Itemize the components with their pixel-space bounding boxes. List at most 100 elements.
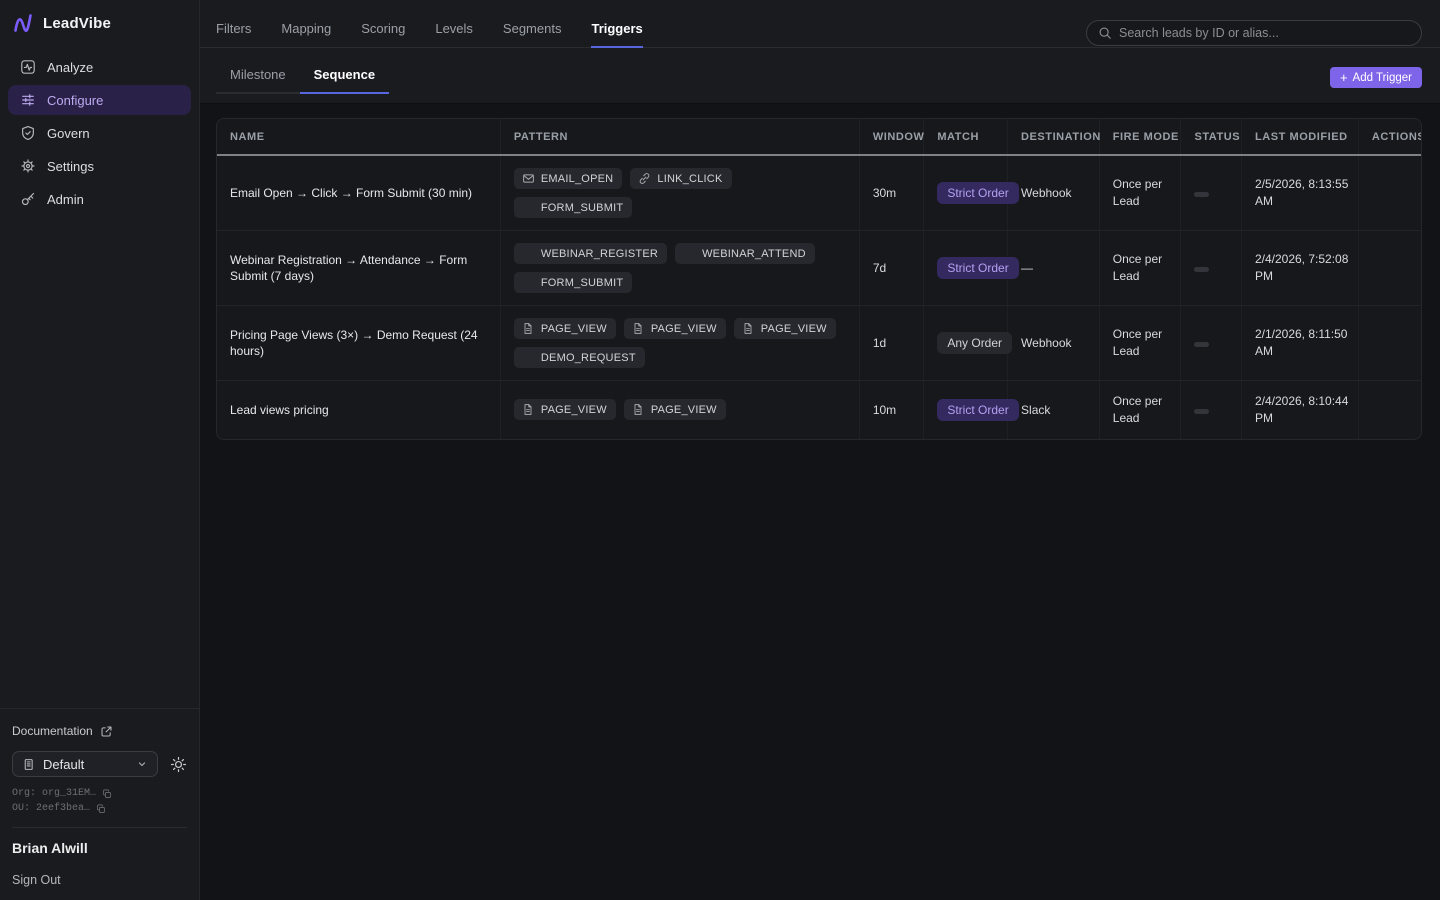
gear-icon	[20, 158, 36, 174]
fire-mode-value: Once perLead	[1113, 326, 1171, 360]
add-trigger-label: Add Trigger	[1353, 72, 1412, 84]
sign-out-link[interactable]: Sign Out	[12, 873, 187, 887]
trigger-name: Lead views pricing	[230, 402, 488, 418]
chevron-down-icon	[136, 758, 148, 770]
pattern-tags: WEBINAR_REGISTER WEBINAR_ATTEND FORM_SUB…	[514, 243, 851, 293]
search-input[interactable]	[1119, 26, 1410, 40]
destination-value: —	[1021, 261, 1033, 275]
last-modified-value: 2/4/2026, 7:52:08PM	[1255, 251, 1359, 285]
window-value: 1d	[873, 336, 886, 350]
topbar: Filters Mapping Scoring Levels Segments Trigg…	[200, 0, 1440, 104]
environment-value: Default	[43, 757, 128, 772]
tab-triggers[interactable]: Triggers	[591, 21, 642, 48]
window-value: 10m	[873, 403, 896, 417]
destination-value: Webhook	[1021, 186, 1071, 200]
pattern-tag: PAGE_VIEW	[624, 399, 726, 420]
window-value: 7d	[873, 261, 886, 275]
empty-icon-slot	[522, 351, 535, 364]
table-row[interactable]: Pricing Page Views (3×) → Demo Request (…	[217, 306, 1421, 381]
pattern-tag: PAGE_VIEW	[624, 318, 726, 339]
table-row[interactable]: Webinar Registration → Attendance → Form…	[217, 231, 1421, 306]
link-icon	[638, 172, 651, 185]
pattern-tag: LINK_CLICK	[630, 168, 731, 189]
status-toggle[interactable]	[1194, 192, 1209, 197]
status-toggle[interactable]	[1194, 342, 1209, 347]
brand: LeadVibe	[0, 0, 199, 48]
theme-sun-icon[interactable]	[170, 756, 187, 773]
pattern-tag: DEMO_REQUEST	[514, 347, 645, 368]
pattern-tag: FORM_SUBMIT	[514, 197, 632, 218]
col-match: MATCH	[924, 119, 1008, 155]
empty-icon-slot	[522, 276, 535, 289]
documentation-link[interactable]: Documentation	[12, 724, 187, 738]
pattern-tag: EMAIL_OPEN	[514, 168, 623, 189]
copy-icon[interactable]	[96, 804, 106, 814]
tab-scoring[interactable]: Scoring	[361, 21, 405, 48]
pattern-tag: PAGE_VIEW	[734, 318, 836, 339]
match-badge: Any Order	[937, 332, 1012, 354]
empty-icon-slot	[683, 247, 696, 260]
sidebar-item-settings[interactable]: Settings	[8, 151, 191, 181]
actions-cell	[1358, 381, 1421, 439]
file-icon	[632, 403, 645, 416]
add-trigger-button[interactable]: + Add Trigger	[1330, 67, 1422, 88]
col-window: WINDOW	[859, 119, 924, 155]
main-area: Filters Mapping Scoring Levels Segments Trigg…	[200, 0, 1440, 900]
status-toggle[interactable]	[1194, 267, 1209, 272]
ou-value: 2eef3bea…	[36, 803, 90, 814]
pattern-tags: PAGE_VIEW PAGE_VIEW	[514, 399, 851, 420]
copy-icon[interactable]	[102, 789, 112, 799]
triggers-table: NAMEPATTERNWINDOWMATCHDESTINATIONFIRE MO…	[217, 119, 1421, 439]
file-icon	[522, 322, 535, 335]
col-last-modified: LAST MODIFIED	[1241, 119, 1358, 155]
sidebar: LeadVibe Analyze Configure Govern Settin…	[0, 0, 200, 900]
waveform-logo-icon	[12, 12, 34, 34]
subtab-sequence[interactable]: Sequence	[300, 67, 389, 94]
email-icon	[522, 172, 535, 185]
pattern-tag: FORM_SUBMIT	[514, 272, 632, 293]
user-name: Brian Alwill	[12, 840, 187, 856]
activity-icon	[20, 59, 36, 75]
sidebar-item-configure[interactable]: Configure	[8, 85, 191, 115]
last-modified-value: 2/5/2026, 8:13:55AM	[1255, 176, 1359, 210]
pattern-tag: WEBINAR_REGISTER	[514, 243, 667, 264]
file-icon	[632, 322, 645, 335]
brand-name: LeadVibe	[43, 15, 111, 32]
search-icon	[1098, 26, 1112, 40]
sidebar-item-label: Admin	[47, 192, 84, 207]
pattern-tags: PAGE_VIEW PAGE_VIEW PAGE_VIEW DEMO_REQUE…	[514, 318, 851, 368]
fire-mode-value: Once perLead	[1113, 176, 1171, 210]
environment-select[interactable]: Default	[12, 751, 158, 777]
sidebar-item-govern[interactable]: Govern	[8, 118, 191, 148]
status-toggle[interactable]	[1194, 409, 1209, 414]
actions-cell	[1358, 231, 1421, 306]
sidebar-item-admin[interactable]: Admin	[8, 184, 191, 214]
pattern-tag: PAGE_VIEW	[514, 318, 616, 339]
tab-levels[interactable]: Levels	[435, 21, 473, 48]
sidebar-nav: Analyze Configure Govern Settings Admin	[0, 48, 199, 218]
tab-mapping[interactable]: Mapping	[281, 21, 331, 48]
file-icon	[742, 322, 755, 335]
tab-segments[interactable]: Segments	[503, 21, 562, 48]
sidebar-item-analyze[interactable]: Analyze	[8, 52, 191, 82]
table-row[interactable]: Lead views pricing PAGE_VIEW PAGE_VIEW 1…	[217, 381, 1421, 439]
destination-value: Slack	[1021, 403, 1050, 417]
footer-divider	[12, 827, 187, 828]
col-fire-mode: FIRE MODE	[1099, 119, 1181, 155]
table-body: Email Open → Click → Form Submit (30 min…	[217, 155, 1421, 439]
pattern-tag: PAGE_VIEW	[514, 399, 616, 420]
subtab-milestone[interactable]: Milestone	[216, 67, 300, 94]
destination-value: Webhook	[1021, 336, 1071, 350]
col-status: STATUS	[1181, 119, 1242, 155]
empty-icon-slot	[522, 247, 535, 260]
ou-id-line: OU: 2eef3bea…	[12, 803, 187, 814]
fire-mode-value: Once perLead	[1113, 251, 1171, 285]
sidebar-item-label: Settings	[47, 159, 94, 174]
table-row[interactable]: Email Open → Click → Form Submit (30 min…	[217, 155, 1421, 231]
external-link-icon	[100, 725, 113, 738]
sidebar-footer: Documentation Default Org: org_	[0, 708, 199, 900]
match-badge: Strict Order	[937, 399, 1018, 421]
tab-filters[interactable]: Filters	[216, 21, 251, 48]
match-badge: Strict Order	[937, 182, 1018, 204]
fire-mode-value: Once perLead	[1113, 393, 1171, 427]
